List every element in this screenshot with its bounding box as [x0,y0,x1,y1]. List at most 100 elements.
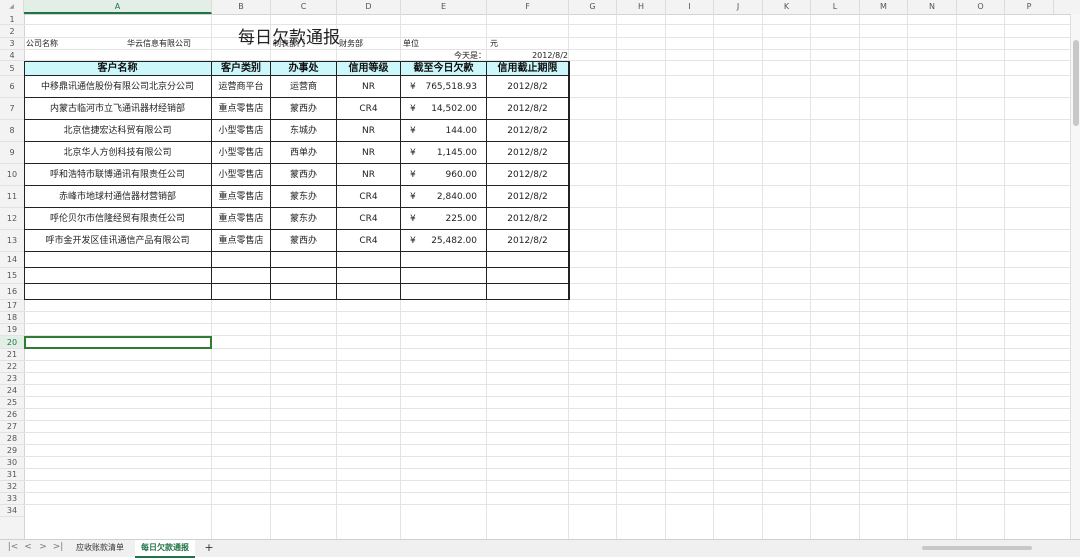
horizontal-scroll-thumb[interactable] [922,546,1032,550]
grid-column-line [665,14,666,539]
grid-row-line [24,384,1070,385]
row-header-10[interactable]: 10 [0,164,24,186]
sheet-tab-2[interactable]: 每日欠款通报 [135,540,195,558]
grid-column-line [616,14,617,539]
row-header-18[interactable]: 18 [0,312,24,324]
sheet-tab-1[interactable]: 应收账款清单 [70,540,130,556]
row-header-17[interactable]: 17 [0,300,24,312]
first-sheet-button[interactable]: |< [6,542,20,552]
grid-column-line [907,14,908,539]
row-header-3[interactable]: 3 [0,38,24,50]
vertical-scroll-thumb[interactable] [1073,40,1079,126]
column-header-a[interactable]: A [24,0,212,14]
column-header-p[interactable]: P [1005,0,1054,14]
grid-row-line [24,420,1070,421]
grid-column-line [713,14,714,539]
column-header-d[interactable]: D [337,0,401,14]
selected-cell-a20[interactable] [24,336,212,349]
row-header-bar: 1 2 3 4 5 6 7 8 9 10 11 12 13 14 15 16 17 18 19 20 21 22 23 24 2… [0,14,25,539]
unit-label: 单位 [403,39,419,48]
column-header-n[interactable]: N [908,0,957,14]
row-header-21[interactable]: 21 [0,349,24,361]
column-header-f[interactable]: F [487,0,569,14]
row-header-11[interactable]: 11 [0,186,24,208]
row-header-12[interactable]: 12 [0,208,24,230]
grid-row-line [24,396,1070,397]
row-header-8[interactable]: 8 [0,120,24,142]
row-header-31[interactable]: 31 [0,469,24,481]
row-header-13[interactable]: 13 [0,230,24,252]
column-header-l[interactable]: L [811,0,860,14]
row-header-28[interactable]: 28 [0,433,24,445]
row-header-29[interactable]: 29 [0,445,24,457]
grid-row-line [24,504,1070,505]
row-header-15[interactable]: 15 [0,268,24,284]
row-header-23[interactable]: 23 [0,373,24,385]
row-header-5[interactable]: 5 [0,61,24,76]
column-header-b[interactable]: B [212,0,271,14]
horizontal-scrollbar[interactable] [912,544,1062,552]
row-header-32[interactable]: 32 [0,481,24,493]
sheet-grid[interactable]: 每日欠款通报 公司名称 华云信息有限公司 制表部门 财务部 单位元今天是： 2012/8/2… [24,14,1070,539]
vertical-scrollbar[interactable] [1070,14,1080,539]
grid-row-line [24,360,1070,361]
row-header-27[interactable]: 27 [0,421,24,433]
row-header-20[interactable]: 20 [0,336,24,349]
grid-row-line [24,311,1070,312]
company-name: 华云信息有限公司 [127,39,191,48]
company-label: 公司名称 [26,39,58,48]
row-header-16[interactable]: 16 [0,284,24,300]
grid-row-line [24,444,1070,445]
prev-sheet-button[interactable]: < [21,542,35,552]
row-header-19[interactable]: 19 [0,324,24,336]
grid-row-line [24,323,1070,324]
row-header-4[interactable]: 4 [0,50,24,61]
grid-column-line [859,14,860,539]
column-header-h[interactable]: H [617,0,666,14]
column-header-k[interactable]: K [763,0,811,14]
today-value: 2012/8/2 [532,51,568,60]
row-header-34[interactable]: 34 [0,505,24,517]
today-label: 今天是： [454,51,486,60]
unit-value: 元 [490,39,498,48]
table-border [24,61,570,300]
next-sheet-button[interactable]: > [36,542,50,552]
row-header-30[interactable]: 30 [0,457,24,469]
select-all-corner[interactable]: ◢ [0,0,24,14]
grid-row-line [24,468,1070,469]
row-header-26[interactable]: 26 [0,409,24,421]
row-header-7[interactable]: 7 [0,98,24,120]
grid-row-line [24,492,1070,493]
column-header-g[interactable]: G [569,0,617,14]
last-sheet-button[interactable]: >| [51,542,65,552]
grid-row-line [24,24,1070,25]
sheet-tab-bar: |< < > >| 应收账款清单 每日欠款通报 + [0,539,1080,558]
row-header-33[interactable]: 33 [0,493,24,505]
row-header-25[interactable]: 25 [0,397,24,409]
grid-row-line [24,408,1070,409]
grid-row-line [24,480,1070,481]
column-header-i[interactable]: I [666,0,714,14]
row-header-6[interactable]: 6 [0,76,24,98]
grid-row-line [24,432,1070,433]
row-header-22[interactable]: 22 [0,361,24,373]
row-header-1[interactable]: 1 [0,14,24,25]
column-header-e[interactable]: E [401,0,487,14]
column-header-bar: A B C D E F G H I J K L M N O P ◢ [0,0,1080,15]
column-header-m[interactable]: M [860,0,908,14]
grid-row-line [24,456,1070,457]
grid-column-line [810,14,811,539]
column-header-c[interactable]: C [271,0,337,14]
row-header-14[interactable]: 14 [0,252,24,268]
grid-column-line [956,14,957,539]
row-header-2[interactable]: 2 [0,25,24,38]
row-header-24[interactable]: 24 [0,385,24,397]
add-sheet-button[interactable]: + [202,541,216,554]
grid-column-line [762,14,763,539]
dept-label: 制表部门 [273,39,305,48]
column-header-j[interactable]: J [714,0,763,14]
grid-row-line [24,372,1070,373]
column-header-o[interactable]: O [957,0,1005,14]
row-header-9[interactable]: 9 [0,142,24,164]
grid-column-line [1004,14,1005,539]
